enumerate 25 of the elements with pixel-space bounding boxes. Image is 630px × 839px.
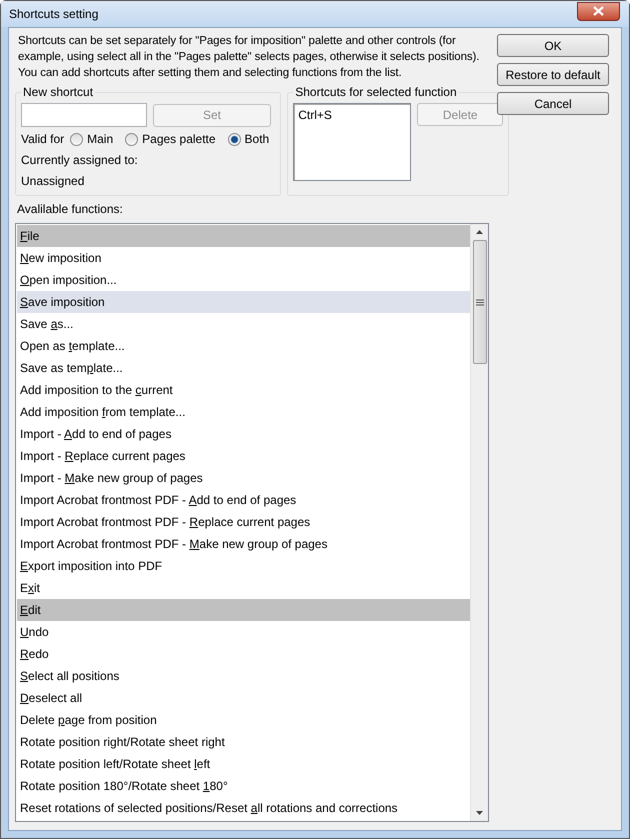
assigned-value: Unassigned	[21, 173, 86, 190]
close-icon	[593, 6, 604, 16]
category-row[interactable]: File	[17, 225, 470, 247]
assigned-label: Currently assigned to:	[21, 152, 139, 169]
functions-label: Avalilable functions:	[17, 201, 124, 218]
radio-option[interactable]: Main	[70, 132, 114, 146]
radio-option[interactable]: Pages palette	[125, 132, 216, 146]
group-title: New shortcut	[22, 85, 94, 99]
grip-icon	[476, 298, 484, 306]
scrollbar[interactable]	[470, 224, 488, 821]
shortcut-list[interactable]: Ctrl+S	[293, 103, 412, 181]
group-title: Shortcuts for selected function	[294, 85, 458, 99]
close-button[interactable]	[577, 2, 620, 20]
dialog-button[interactable]: Cancel	[497, 92, 609, 115]
shortcut-input-field[interactable]	[21, 103, 147, 127]
window-title: Shortcuts setting	[9, 7, 98, 21]
radio-option[interactable]: Both	[228, 132, 270, 146]
function-row[interactable]: Save imposition	[17, 291, 470, 313]
category-row[interactable]: Edit	[17, 599, 470, 621]
shortcut-item[interactable]: Ctrl+S	[298, 107, 406, 123]
dialog-button[interactable]: OK	[497, 34, 609, 57]
dialog-button[interactable]: Restore to default	[497, 63, 609, 86]
valid-for-label: Valid for	[21, 131, 64, 148]
scroll-thumb[interactable]	[472, 240, 486, 364]
intro-text: Shortcuts can be set separately for "Pages for imposition" palette and other controls (for example, using select all in the "Pages palette" selects pages, otherwise it selects positions). You can add shortcuts after setting them and selecting functions from the list.	[18, 34, 480, 81]
